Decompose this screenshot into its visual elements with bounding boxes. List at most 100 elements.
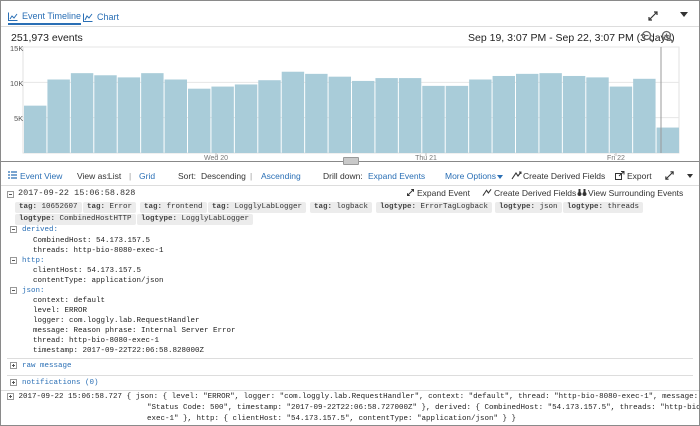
field-line[interactable]: threads: http-bio-8080-exec-1 xyxy=(33,247,164,255)
tag-chip[interactable]: tag: frontend xyxy=(140,202,207,213)
chart-bar[interactable] xyxy=(469,79,492,153)
fullscreen-icon[interactable] xyxy=(664,170,675,183)
tag-chip[interactable]: tag: logback xyxy=(310,202,373,213)
chart-bar[interactable] xyxy=(445,85,469,153)
event-row[interactable]: 2017-09-22 15:06:58.727 { json: { level:… xyxy=(7,392,699,425)
view-list-button[interactable]: List xyxy=(108,171,121,181)
line-chart-icon xyxy=(83,13,93,22)
chart-bar[interactable] xyxy=(258,80,281,153)
chevron-down-icon[interactable] xyxy=(687,174,693,178)
event-timestamp: 2017-09-22 15:06:58.828 xyxy=(18,188,136,198)
row-divider xyxy=(1,390,699,391)
chart-bar[interactable] xyxy=(328,76,351,153)
tag-chip[interactable]: logtype: threads xyxy=(563,202,644,213)
tag-chip[interactable]: logtype: LogglyLabLogger xyxy=(137,214,254,225)
export-button[interactable]: Export xyxy=(627,171,652,181)
chart-bar[interactable] xyxy=(70,73,94,153)
chart-bar[interactable] xyxy=(516,73,539,153)
chart-bar[interactable] xyxy=(164,79,187,153)
section-divider xyxy=(7,375,693,376)
expand-icon[interactable] xyxy=(10,362,17,370)
tag-chip[interactable]: tag: 10652607 xyxy=(15,202,82,213)
field-line[interactable]: CombinedHost: 54.173.157.5 xyxy=(33,237,150,245)
sort-ascending-button[interactable]: Ascending xyxy=(261,171,301,181)
chart-bar[interactable] xyxy=(539,73,562,153)
field-line[interactable]: timestamp: 2017-09-22T22:06:58.828000Z xyxy=(33,347,204,355)
y-tick-label: 15K xyxy=(10,44,24,53)
field-line[interactable]: clientHost: 54.173.157.5 xyxy=(33,267,141,275)
event-timeline-chart[interactable]: 15K 10K 5K Wed 20 Thu 21 Fri 22 xyxy=(1,41,699,169)
expand-icon[interactable] xyxy=(10,379,17,387)
expand-icon[interactable] xyxy=(7,392,14,400)
collapse-icon[interactable] xyxy=(10,287,17,295)
sort-descending-button[interactable]: Descending xyxy=(201,171,246,181)
chart-bar[interactable] xyxy=(562,75,586,153)
y-tick-label: 10K xyxy=(10,79,24,88)
view-surrounding-events-button[interactable]: View Surrounding Events xyxy=(588,188,683,198)
y-tick-label: 5K xyxy=(14,114,24,123)
create-derived-fields-button[interactable]: Create Derived Fields xyxy=(523,171,605,181)
field-group-json[interactable]: json: xyxy=(22,287,45,295)
chevron-down-icon[interactable] xyxy=(680,12,688,17)
event-header: 2017-09-22 15:06:58.828 Expand Event Cre… xyxy=(1,186,699,200)
event-line: exec-1" }, http: { clientHost: "54.173.1… xyxy=(147,415,517,423)
tab-label: Chart xyxy=(97,12,120,22)
events-toolbar: Event View View as: List | Grid Sort: De… xyxy=(1,169,699,185)
field-line[interactable]: level: ERROR xyxy=(33,307,87,315)
raw-message-toggle[interactable]: raw message xyxy=(22,362,72,370)
chart-bar[interactable] xyxy=(47,79,70,153)
chart-bar[interactable] xyxy=(586,77,609,153)
expand-event-button[interactable]: Expand Event xyxy=(417,188,470,198)
chart-bar[interactable] xyxy=(211,86,234,153)
resize-handle[interactable] xyxy=(343,157,359,165)
field-line[interactable]: thread: http-bio-8080-exec-1 xyxy=(33,337,159,345)
chart-bar[interactable] xyxy=(141,73,164,153)
separator: | xyxy=(129,171,132,181)
field-line[interactable]: logger: com.loggly.lab.RequestHandler xyxy=(33,317,200,325)
collapse-icon[interactable] xyxy=(10,226,17,234)
tab-label: Event Timeline xyxy=(22,11,82,21)
tab-chart[interactable]: Chart xyxy=(83,9,119,25)
notifications-toggle[interactable]: notifications (0) xyxy=(22,379,99,387)
chart-bar[interactable] xyxy=(94,75,117,153)
field-line[interactable]: message: Reason phrase: Internal Server … xyxy=(33,327,236,335)
collapse-icon[interactable] xyxy=(10,257,17,265)
tab-event-timeline[interactable]: Event Timeline xyxy=(8,9,82,25)
chart-bar[interactable] xyxy=(398,78,422,153)
chart-bar[interactable] xyxy=(117,77,141,153)
chart-bar[interactable] xyxy=(352,80,375,153)
chart-bar[interactable] xyxy=(188,88,211,153)
section-divider xyxy=(7,358,693,359)
chart-bar[interactable] xyxy=(492,75,515,153)
tag-chip[interactable]: logtype: ErrorTagLogback xyxy=(376,202,493,213)
view-as-label: View as: xyxy=(77,171,109,181)
create-derived-fields-button[interactable]: Create Derived Fields xyxy=(494,188,576,198)
chart-bar[interactable] xyxy=(234,84,258,153)
more-options-label: More Options xyxy=(445,171,497,181)
chart-bar[interactable] xyxy=(422,85,445,153)
tag-chip[interactable]: tag: LogglyLabLogger xyxy=(208,202,307,213)
event-line: 2017-09-22 15:06:58.727 { json: { level:… xyxy=(7,392,698,403)
chart-bar[interactable] xyxy=(633,78,656,153)
field-line[interactable]: contentType: application/json xyxy=(33,277,164,285)
tag-chip[interactable]: tag: Error xyxy=(83,202,137,213)
chart-bar[interactable] xyxy=(375,78,398,153)
fields-icon xyxy=(482,188,492,199)
chart-bar[interactable] xyxy=(281,71,305,153)
field-group-derived[interactable]: derived: xyxy=(22,226,58,234)
fullscreen-icon[interactable] xyxy=(647,10,659,22)
chart-bar[interactable] xyxy=(609,86,633,153)
view-grid-button[interactable]: Grid xyxy=(139,171,155,181)
expand-events-button[interactable]: Expand Events xyxy=(368,171,425,181)
chart-bar[interactable] xyxy=(24,105,47,153)
chart-canvas[interactable] xyxy=(1,41,699,169)
tag-chip[interactable]: logtype: json xyxy=(495,202,562,213)
fields-icon xyxy=(511,171,522,182)
more-options-menu[interactable]: More Options xyxy=(445,171,504,181)
tag-chip[interactable]: logtype: CombinedHostHTTP xyxy=(15,214,136,225)
chart-bar[interactable] xyxy=(305,73,328,153)
event-view-button[interactable]: Event View xyxy=(20,171,62,181)
field-group-http[interactable]: http: xyxy=(22,257,45,265)
chart-bar[interactable] xyxy=(656,127,679,153)
field-line[interactable]: context: default xyxy=(33,297,105,305)
